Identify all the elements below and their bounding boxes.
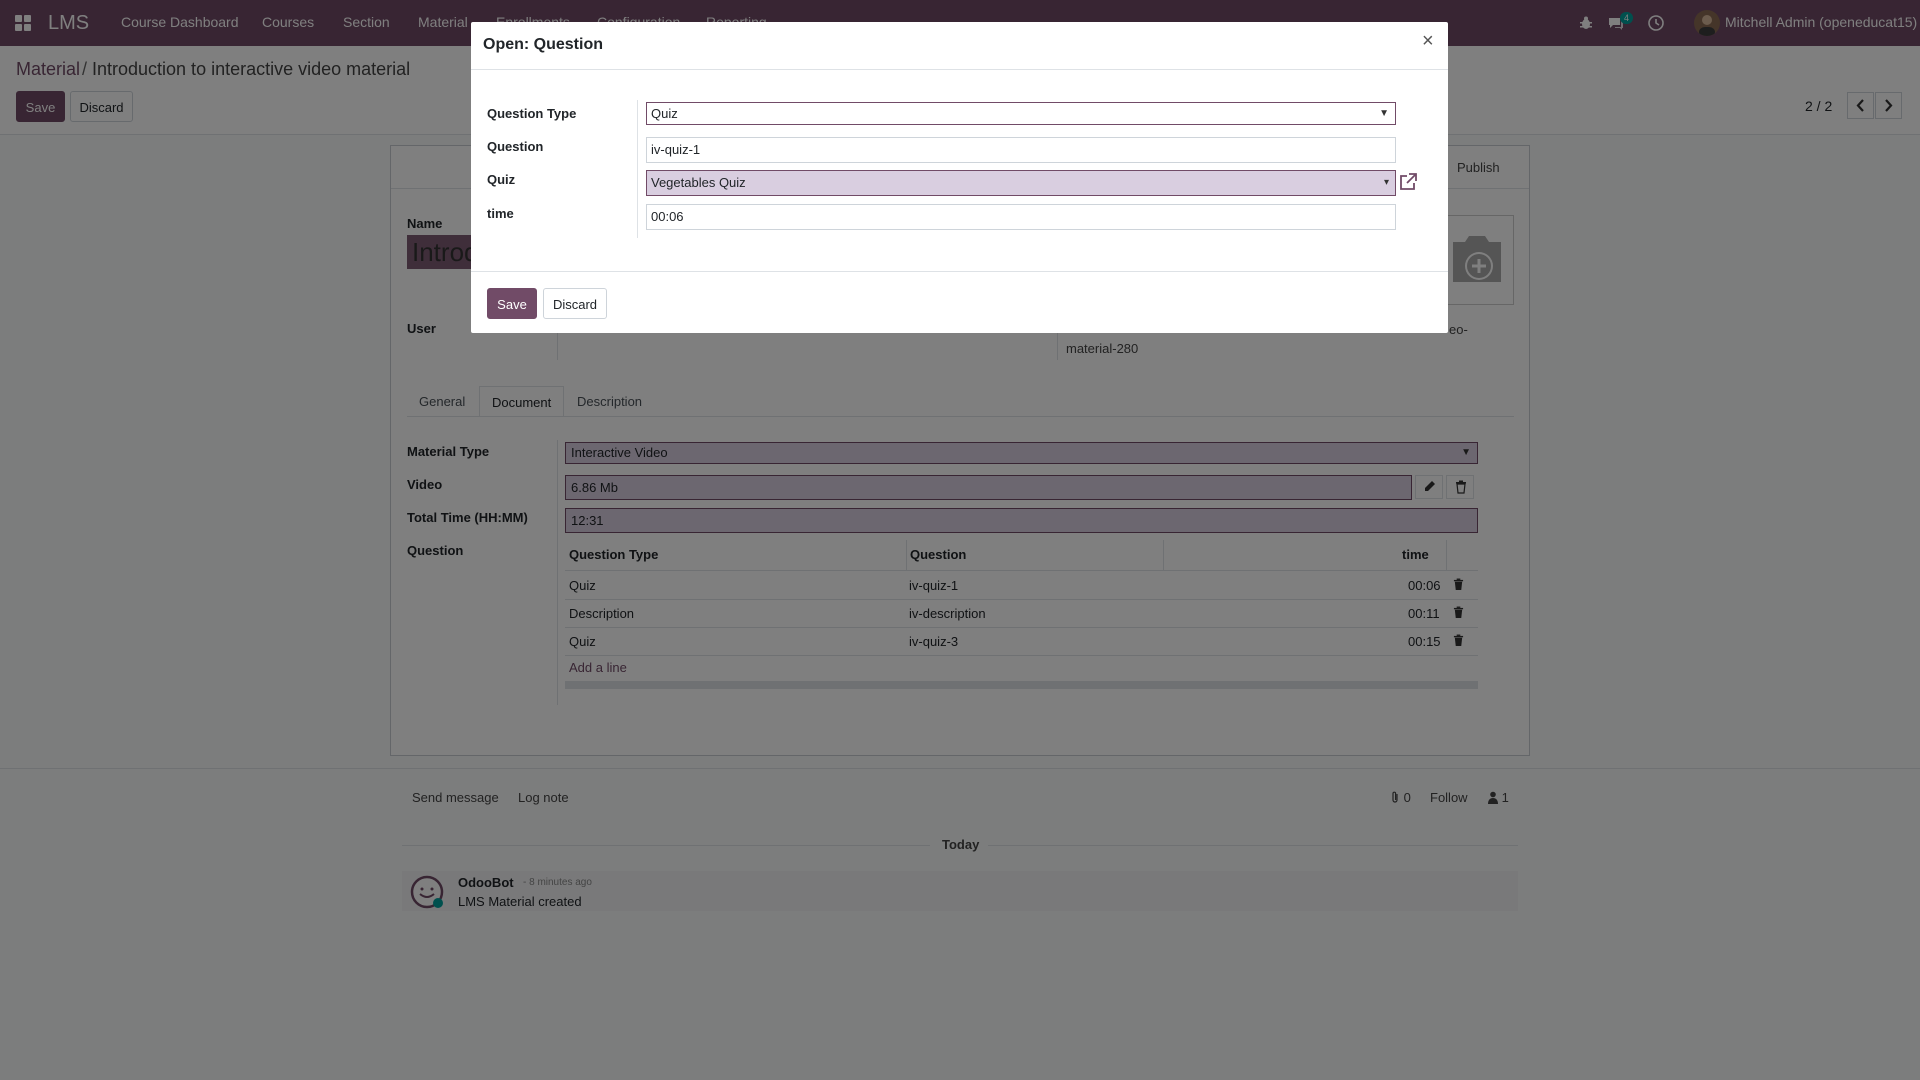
dialog-footer-divider [471, 271, 1448, 272]
dialog-header-divider [471, 69, 1448, 70]
dialog-title: Open: Question [483, 36, 603, 53]
question-input[interactable]: iv-quiz-1 [646, 137, 1396, 163]
dialog-discard-button[interactable]: Discard [543, 288, 607, 319]
quiz-value: Vegetables Quiz [651, 175, 746, 190]
quiz-label: Quiz [487, 172, 516, 187]
close-icon[interactable]: × [1422, 30, 1434, 53]
question-type-value: Quiz [651, 106, 678, 121]
chevron-down-icon: ▾ [1383, 177, 1389, 188]
dialog-save-button[interactable]: Save [487, 288, 537, 319]
question-label: Question [487, 139, 544, 154]
chevron-down-icon: ▼ [1379, 108, 1389, 119]
quiz-select[interactable]: Vegetables Quiz ▾ [646, 170, 1396, 196]
divider [637, 100, 638, 238]
time-label: time [487, 206, 514, 221]
question-type-select[interactable]: Quiz ▼ [646, 102, 1396, 125]
time-input[interactable]: 00:06 [646, 204, 1396, 230]
question-type-label: Question Type [487, 106, 577, 121]
external-link-icon[interactable] [1398, 172, 1418, 192]
